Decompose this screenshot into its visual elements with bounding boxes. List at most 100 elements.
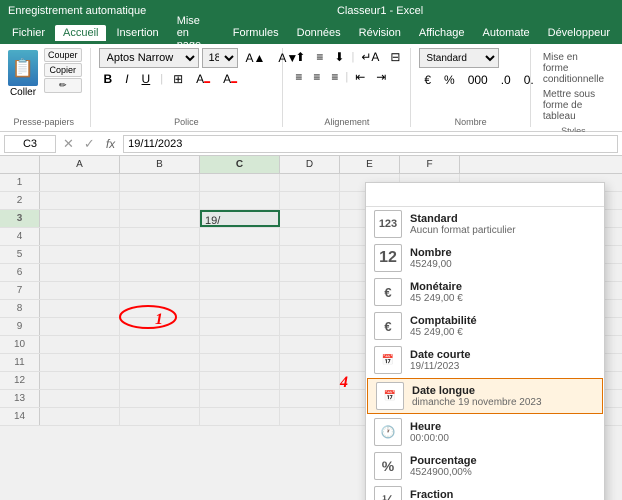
format-item-date-courte[interactable]: 📅 Date courte 19/11/2023 [366, 343, 604, 377]
cell-c1[interactable] [200, 174, 280, 191]
menu-developpeur[interactable]: Développeur [540, 25, 618, 41]
underline-button[interactable]: U [137, 70, 156, 88]
cell-b4[interactable] [120, 228, 200, 245]
cell-b6[interactable] [120, 264, 200, 281]
align-right-button[interactable]: ≡ [327, 68, 342, 86]
cell-c6[interactable] [200, 264, 280, 281]
increase-font-button[interactable]: A▲ [241, 49, 271, 67]
cell-d3[interactable] [280, 210, 340, 227]
cell-d9[interactable] [280, 318, 340, 335]
cell-b11[interactable] [120, 354, 200, 371]
cell-d13[interactable] [280, 390, 340, 407]
currency-button[interactable]: € [419, 71, 436, 89]
menu-affichage[interactable]: Affichage [411, 25, 473, 41]
cell-c2[interactable] [200, 192, 280, 209]
cell-d1[interactable] [280, 174, 340, 191]
cell-a9[interactable] [40, 318, 120, 335]
cell-a5[interactable] [40, 246, 120, 263]
cell-d4[interactable] [280, 228, 340, 245]
cell-b13[interactable] [120, 390, 200, 407]
border-button[interactable]: ⊞ [168, 70, 188, 88]
merge-button[interactable]: ⊟ [386, 48, 404, 66]
col-header-e[interactable]: E [340, 156, 400, 173]
cell-d11[interactable] [280, 354, 340, 371]
cell-b1[interactable] [120, 174, 200, 191]
fill-color-button[interactable]: A▬ [191, 70, 215, 88]
cell-c13[interactable] [200, 390, 280, 407]
cell-c4[interactable] [200, 228, 280, 245]
col-header-d[interactable]: D [280, 156, 340, 173]
cut-button[interactable]: Couper [44, 48, 82, 62]
menu-donnees[interactable]: Données [289, 25, 349, 41]
cell-c9[interactable] [200, 318, 280, 335]
cell-a7[interactable] [40, 282, 120, 299]
cell-d5[interactable] [280, 246, 340, 263]
col-header-c[interactable]: C [200, 156, 280, 173]
cell-c10[interactable] [200, 336, 280, 353]
col-header-f[interactable]: F [400, 156, 460, 173]
menu-automate[interactable]: Automate [475, 25, 538, 41]
cell-c14[interactable] [200, 408, 280, 425]
bold-button[interactable]: B [99, 70, 118, 88]
format-item-date-longue[interactable]: 📅 Date longue dimanche 19 novembre 2023 [367, 378, 603, 414]
align-middle-button[interactable]: ≡ [312, 48, 327, 66]
copy-button[interactable]: Copier [44, 63, 82, 77]
cell-a1[interactable] [40, 174, 120, 191]
indent-decrease-button[interactable]: ⇤ [351, 68, 369, 86]
cell-a2[interactable] [40, 192, 120, 209]
cell-c12[interactable] [200, 372, 280, 389]
format-search-input[interactable] [366, 183, 604, 207]
cell-a3[interactable] [40, 210, 120, 227]
cell-a12[interactable] [40, 372, 120, 389]
cell-b12[interactable] [120, 372, 200, 389]
col-header-b[interactable]: B [120, 156, 200, 173]
cell-b9[interactable] [120, 318, 200, 335]
cell-b7[interactable] [120, 282, 200, 299]
cell-d12[interactable] [280, 372, 340, 389]
cell-a10[interactable] [40, 336, 120, 353]
cell-c3[interactable]: 19/ [200, 210, 280, 227]
format-item-nombre[interactable]: 12 Nombre 45249,00 [366, 241, 604, 275]
align-top-button[interactable]: ⬆ [291, 48, 309, 66]
cell-b2[interactable] [120, 192, 200, 209]
format-painter-button[interactable]: ✏ [44, 78, 82, 93]
align-center-button[interactable]: ≡ [309, 68, 324, 86]
cell-reference-input[interactable] [4, 135, 56, 153]
cell-c7[interactable] [200, 282, 280, 299]
format-item-pourcentage[interactable]: % Pourcentage 4524900,00% [366, 449, 604, 483]
wrap-text-button[interactable]: ↵A [357, 48, 383, 66]
increase-decimal-button[interactable]: .0 [496, 71, 516, 89]
cell-a6[interactable] [40, 264, 120, 281]
cell-d6[interactable] [280, 264, 340, 281]
number-format-select[interactable]: Standard [419, 48, 499, 68]
format-item-fraction[interactable]: ½ Fraction 45249 [366, 483, 604, 500]
format-item-monetaire[interactable]: € Monétaire 45 249,00 € [366, 275, 604, 309]
percent-button[interactable]: % [439, 71, 460, 89]
menu-revision[interactable]: Révision [351, 25, 409, 41]
cell-b14[interactable] [120, 408, 200, 425]
cell-b8[interactable] [120, 300, 200, 317]
formula-input[interactable] [123, 135, 618, 153]
menu-insertion[interactable]: Insertion [108, 25, 166, 41]
cell-c11[interactable] [200, 354, 280, 371]
cell-a4[interactable] [40, 228, 120, 245]
cell-c5[interactable] [200, 246, 280, 263]
cell-a8[interactable] [40, 300, 120, 317]
menu-formules[interactable]: Formules [225, 25, 287, 41]
italic-button[interactable]: I [120, 70, 133, 88]
cell-b5[interactable] [120, 246, 200, 263]
align-bottom-button[interactable]: ⬇ [330, 48, 348, 66]
cell-a13[interactable] [40, 390, 120, 407]
font-size-select[interactable]: 18 [202, 48, 238, 68]
col-header-a[interactable]: A [40, 156, 120, 173]
menu-fichier[interactable]: Fichier [4, 25, 53, 41]
format-item-standard[interactable]: 123 Standard Aucun format particulier [366, 207, 604, 241]
cell-d8[interactable] [280, 300, 340, 317]
font-color-button[interactable]: A▬ [218, 70, 242, 88]
menu-accueil[interactable]: Accueil [55, 25, 106, 41]
cell-b10[interactable] [120, 336, 200, 353]
cell-d10[interactable] [280, 336, 340, 353]
cell-c8[interactable] [200, 300, 280, 317]
format-item-heure[interactable]: 🕐 Heure 00:00:00 [366, 415, 604, 449]
format-item-comptabilite[interactable]: € Comptabilité 45 249,00 € [366, 309, 604, 343]
